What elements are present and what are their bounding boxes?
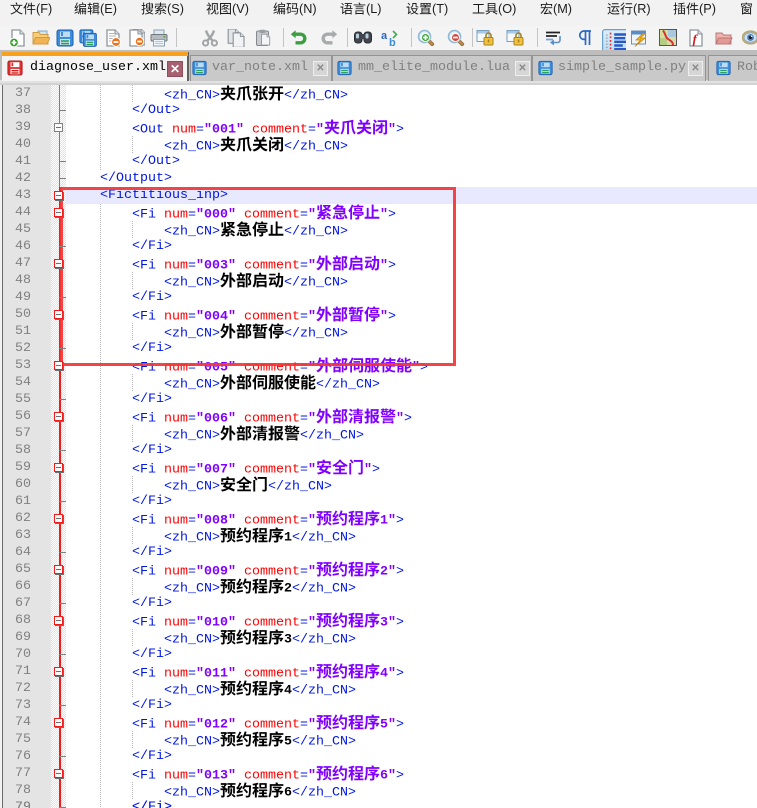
svg-text:a: a — [381, 30, 388, 42]
svg-text:b: b — [389, 37, 396, 47]
